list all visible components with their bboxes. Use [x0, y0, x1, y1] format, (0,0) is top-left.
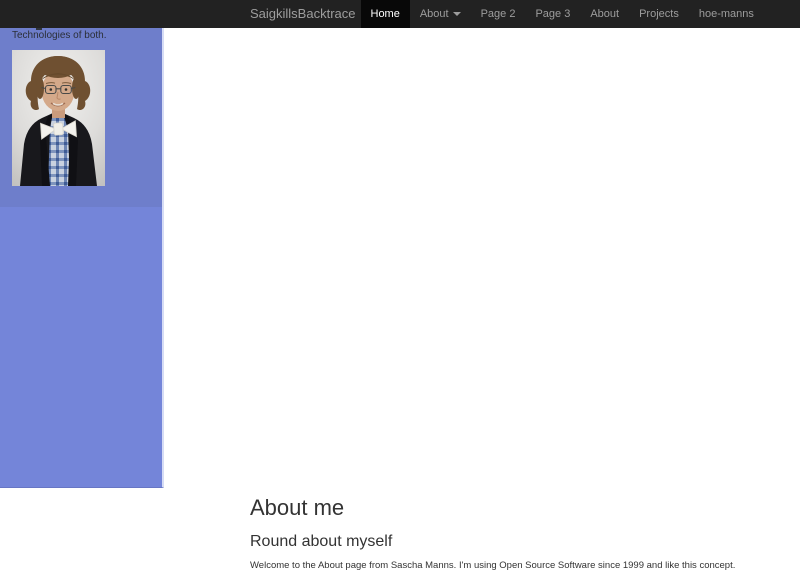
nav-item-about-label: About	[590, 8, 619, 20]
navbar-brand[interactable]: SaigkillsBacktrace	[250, 0, 356, 28]
sidebar-top-section: Technologies of both.	[0, 28, 162, 207]
nav-item-hoe-manns[interactable]: hoe-manns	[689, 0, 764, 28]
nav-item-about[interactable]: About	[580, 0, 629, 28]
navbar: SaigkillsBacktrace Home About Page 2 Pag…	[0, 0, 800, 28]
nav-item-projects-label: Projects	[639, 8, 679, 20]
nav-item-about-dropdown-label: About	[420, 8, 449, 20]
nav-item-home[interactable]: Home	[361, 0, 410, 28]
nav-item-about-dropdown[interactable]: About	[410, 0, 471, 28]
section-subtitle: Round about myself	[250, 533, 750, 551]
navbar-menu: Home About Page 2 Page 3 About Projects …	[361, 0, 764, 28]
main-content: About me Round about myself Welcome to t…	[250, 496, 750, 572]
page-title: About me	[250, 496, 750, 520]
nav-item-page3-label: Page 3	[535, 8, 570, 20]
portrait-photo	[12, 50, 105, 186]
sidebar-tagline: Technologies of both.	[12, 30, 107, 41]
nav-item-projects[interactable]: Projects	[629, 0, 689, 28]
nav-item-home-label: Home	[371, 8, 400, 20]
intro-paragraph: Welcome to the About page from Sascha Ma…	[250, 560, 750, 572]
nav-item-page2[interactable]: Page 2	[471, 0, 526, 28]
nav-item-page2-label: Page 2	[481, 8, 516, 20]
nav-item-page3[interactable]: Page 3	[525, 0, 580, 28]
page: SaigkillsBacktrace Home About Page 2 Pag…	[0, 0, 800, 576]
caret-down-icon	[453, 12, 461, 16]
nav-item-hoe-manns-label: hoe-manns	[699, 8, 754, 20]
sidebar: Technologies of both.	[0, 28, 164, 488]
